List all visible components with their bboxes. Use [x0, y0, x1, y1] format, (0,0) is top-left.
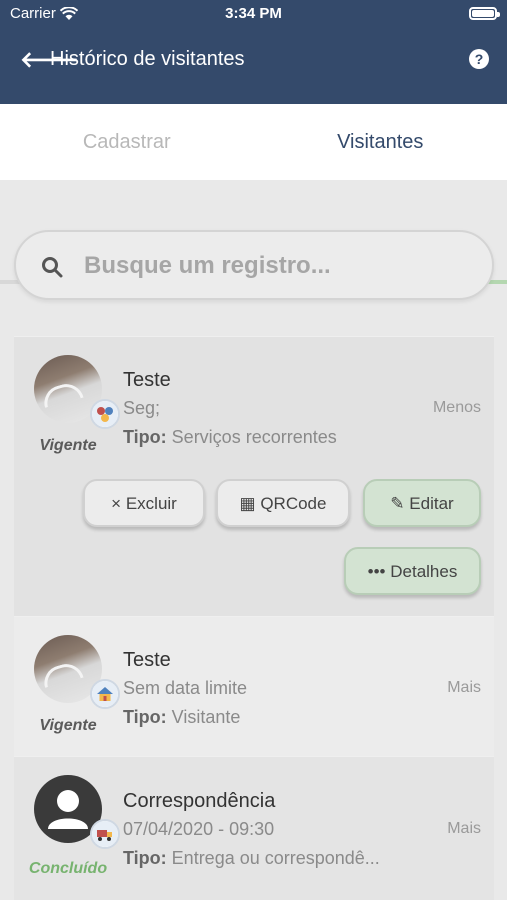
clock: 3:34 PM	[225, 5, 282, 22]
toggle-link[interactable]: Menos	[433, 399, 481, 417]
delete-button[interactable]: × Excluir	[83, 479, 205, 527]
type-value: Entrega ou correspondê...	[171, 848, 380, 868]
qrcode-icon: ▦	[239, 494, 256, 513]
edit-label: Editar	[409, 494, 454, 513]
record-type: Tipo: Serviços recorrentes	[123, 427, 337, 448]
type-label: Tipo:	[123, 707, 167, 727]
delivery-badge-icon	[90, 819, 120, 849]
toggle-link[interactable]: Mais	[447, 679, 481, 697]
record-name: Teste	[123, 369, 171, 391]
services-badge-icon	[90, 399, 120, 429]
delete-label: Excluir	[125, 494, 177, 513]
record-date: Seg;	[123, 398, 161, 418]
status-label: Vigente	[39, 437, 97, 454]
page-title: Histórico de visitantes	[50, 48, 245, 70]
qrcode-label: QRCode	[260, 494, 327, 513]
record-name: Teste	[123, 649, 171, 671]
details-label: Detalhes	[390, 562, 458, 581]
search-bar	[14, 230, 494, 300]
record-name: Correspondência	[123, 790, 276, 812]
edit-icon: ✎	[390, 494, 405, 513]
type-value: Visitante	[171, 707, 241, 727]
app-header: Carrier 3:34 PM 🡐 Histórico de visitante…	[0, 0, 507, 104]
record-type: Tipo: Visitante	[123, 707, 240, 728]
type-value: Serviços recorrentes	[171, 427, 337, 447]
search-input[interactable]	[84, 248, 474, 284]
edit-button[interactable]: ✎ Editar	[363, 479, 481, 527]
visitor-card[interactable]: Vigente Teste Seg; Tipo: Serviços recorr…	[14, 336, 494, 616]
help-icon[interactable]: ?	[469, 49, 489, 69]
visitor-card[interactable]: Concluído Correspondência 07/04/2020 - 0…	[14, 756, 494, 900]
type-label: Tipo:	[123, 848, 167, 868]
visitor-card[interactable]: Vigente Teste Sem data limite Tipo: Visi…	[14, 616, 494, 756]
more-dots-icon: •••	[367, 562, 386, 581]
record-type: Tipo: Entrega ou correspondê...	[123, 848, 380, 869]
record-date: Sem data limite	[123, 678, 248, 698]
tab-bar: Cadastrar Visitantes	[0, 104, 507, 284]
type-label: Tipo:	[123, 427, 167, 447]
status-bar: Carrier 3:34 PM	[0, 0, 507, 28]
status-label: Concluído	[28, 860, 108, 877]
search-icon	[42, 257, 63, 278]
house-badge-icon	[90, 679, 120, 709]
tab-visitantes[interactable]: Visitantes	[254, 104, 507, 180]
details-button[interactable]: ••• Detalhes	[344, 547, 481, 595]
battery-icon	[469, 7, 500, 20]
record-date: 07/04/2020 - 09:30	[123, 819, 275, 839]
qrcode-button[interactable]: ▦ QRCode	[216, 479, 350, 527]
status-label: Vigente	[39, 717, 97, 734]
toggle-link[interactable]: Mais	[447, 820, 481, 838]
close-icon: ×	[111, 494, 122, 513]
tab-cadastrar[interactable]: Cadastrar	[0, 104, 254, 180]
